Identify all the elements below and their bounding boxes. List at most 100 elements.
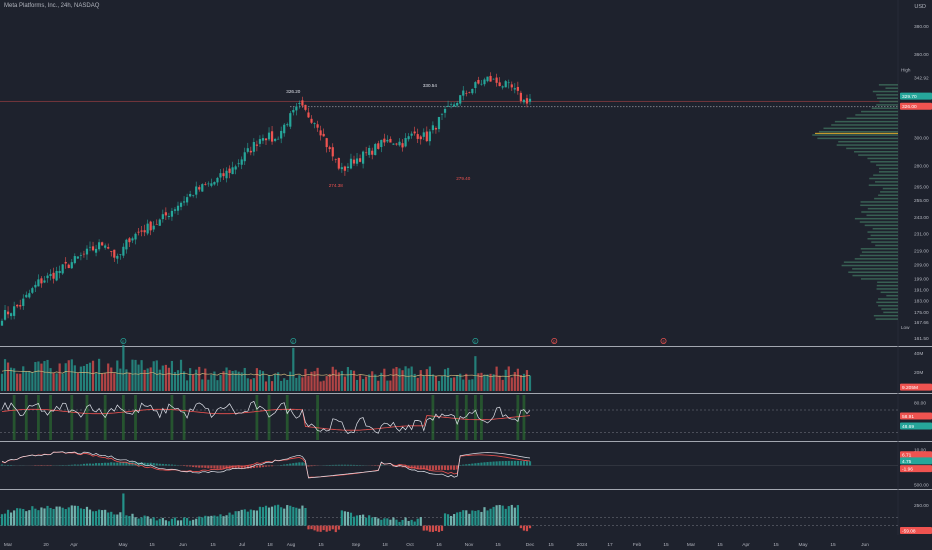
macd-histogram-bar bbox=[264, 465, 268, 467]
macd-histogram-bar bbox=[255, 465, 258, 468]
oscillator-tick-label: 500.00 bbox=[914, 482, 929, 488]
candle-body bbox=[331, 147, 334, 157]
oscillator-bar bbox=[374, 517, 377, 526]
stock-chart[interactable]: 380.00360.00342.92329.70322.00300.00280.… bbox=[0, 0, 932, 550]
candle-body bbox=[52, 272, 55, 279]
volume-bar bbox=[140, 360, 143, 391]
volume-bar bbox=[82, 365, 86, 391]
volume-bar bbox=[267, 375, 271, 391]
oscillator-bar bbox=[113, 514, 116, 526]
volume-profile-bar bbox=[846, 117, 898, 120]
volume-profile-bar bbox=[843, 261, 898, 263]
volume-bar bbox=[152, 361, 155, 391]
volume-bar bbox=[195, 369, 198, 391]
oscillator-bar bbox=[440, 525, 444, 531]
x-axis-tick-label: Apr bbox=[70, 542, 78, 548]
oscillator-bar bbox=[85, 506, 89, 526]
volume-bar bbox=[222, 371, 225, 391]
candle-body bbox=[513, 88, 516, 90]
volume-profile-bar bbox=[875, 244, 898, 247]
volume-profile-bar bbox=[880, 291, 898, 294]
candle-body bbox=[528, 98, 532, 102]
volume-profile-bar bbox=[879, 100, 898, 103]
oscillator-bar bbox=[28, 510, 31, 526]
volume-bar bbox=[331, 366, 334, 391]
rsi-overbought-highlight bbox=[24, 395, 28, 440]
volume-profile-bar bbox=[882, 187, 898, 190]
oscillator-bar bbox=[261, 507, 265, 526]
volume-profile-bar bbox=[861, 251, 898, 253]
macd-last-value: 4.75 bbox=[902, 459, 912, 465]
candle-body bbox=[316, 124, 319, 128]
oscillator-bar bbox=[510, 504, 513, 526]
rsi-overbought-highlight bbox=[480, 395, 483, 440]
oscillator-bar bbox=[88, 509, 92, 526]
volume-bar bbox=[228, 370, 231, 391]
volume-profile-bar bbox=[861, 110, 898, 113]
macd-histogram-bar bbox=[167, 464, 170, 466]
oscillator-bar bbox=[158, 518, 161, 526]
oscillator-bar bbox=[459, 511, 462, 526]
oscillator-bar bbox=[125, 515, 128, 526]
oscillator-bar bbox=[331, 525, 334, 530]
volume-bar bbox=[434, 376, 438, 391]
candle-body bbox=[450, 104, 453, 105]
volume-bar bbox=[155, 360, 158, 391]
volume-bar bbox=[176, 370, 180, 391]
volume-profile-bar bbox=[860, 278, 898, 280]
candle-body bbox=[434, 128, 438, 130]
volume-bar bbox=[374, 374, 377, 391]
candle-body bbox=[504, 81, 507, 88]
x-axis-tick-label: 18 bbox=[382, 542, 388, 548]
volume-bar bbox=[122, 344, 125, 391]
oscillator-bar bbox=[98, 509, 101, 526]
candle-body bbox=[486, 76, 489, 82]
candle-body bbox=[107, 247, 110, 249]
rsi-overbought-highlight bbox=[12, 395, 16, 440]
volume-profile-bar bbox=[871, 241, 898, 243]
volume-bar bbox=[98, 358, 101, 391]
candle-body bbox=[67, 264, 70, 269]
volume-bar bbox=[446, 367, 450, 391]
oscillator-bar bbox=[179, 520, 183, 526]
volume-bar bbox=[182, 371, 186, 391]
volume-bar bbox=[407, 368, 410, 391]
volume-bar bbox=[13, 368, 16, 391]
volume-bar bbox=[270, 381, 274, 391]
oscillator-bar bbox=[222, 516, 225, 526]
volume-bar bbox=[304, 368, 307, 391]
volume-bar bbox=[158, 369, 161, 391]
macd-histogram-bar bbox=[489, 461, 492, 466]
macd-histogram-bar bbox=[146, 462, 149, 466]
x-axis-tick-label: May bbox=[118, 542, 128, 548]
oscillator-bar bbox=[525, 525, 529, 532]
candle-body bbox=[43, 280, 46, 283]
volume-profile-bar bbox=[838, 140, 898, 143]
volume-bar bbox=[422, 375, 425, 391]
candle-body bbox=[386, 139, 389, 142]
macd-histogram-bar bbox=[79, 464, 82, 466]
macd-histogram-bar bbox=[465, 464, 468, 466]
volume-bar bbox=[249, 379, 252, 391]
volume-bar bbox=[207, 379, 210, 391]
candle-body bbox=[255, 144, 258, 146]
candle-body bbox=[489, 75, 492, 82]
oscillator-bar bbox=[255, 510, 258, 526]
candle-body bbox=[113, 249, 116, 258]
volume-tick-label: 20M bbox=[914, 370, 923, 376]
oscillator-bar bbox=[489, 508, 492, 526]
oscillator-bar bbox=[140, 517, 143, 526]
volume-bar bbox=[465, 373, 468, 391]
volume-profile-bar bbox=[841, 264, 898, 267]
volume-bar bbox=[201, 379, 204, 391]
oscillator-bar bbox=[61, 507, 64, 526]
candle-body bbox=[349, 158, 353, 169]
candle-body bbox=[510, 84, 513, 88]
macd-histogram-bar bbox=[73, 464, 76, 466]
macd-histogram-bar bbox=[453, 465, 456, 470]
volume-profile-bar bbox=[852, 274, 898, 277]
macd-histogram-bar bbox=[468, 463, 471, 466]
oscillator-bar bbox=[513, 507, 516, 526]
candle-body bbox=[58, 270, 61, 274]
candle-body bbox=[76, 256, 79, 259]
